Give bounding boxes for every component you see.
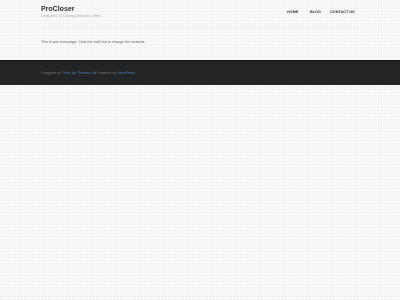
page-content-text: This is your front page. Click the 'edit… xyxy=(41,40,146,44)
footer-wordpress-link[interactable]: WordPress xyxy=(117,71,135,75)
site-title-link[interactable]: ProCloser xyxy=(41,6,74,14)
main-content: This is your front page. Click the 'edit… xyxy=(41,40,359,50)
site-footer: Designed by Think Up Themes Ltd Powered … xyxy=(0,60,400,85)
nav-item-home[interactable]: HOME xyxy=(287,8,298,16)
header-divider xyxy=(41,27,359,28)
footer-credit-prefix: Designed by xyxy=(41,71,61,75)
nav-item-contact-us[interactable]: CONTACT US xyxy=(330,8,355,16)
footer-credit-middle: Powered by xyxy=(97,71,117,75)
main-navigation: HOME BLOG CONTACT US xyxy=(282,8,362,16)
footer-credits: Designed by Think Up Themes Ltd Powered … xyxy=(41,71,135,76)
site-header: ProCloser Dedicated To Closing Deal and … xyxy=(0,0,400,34)
footer-theme-link[interactable]: Think Up Themes Ltd xyxy=(62,71,96,75)
nav-item-blog[interactable]: BLOG xyxy=(310,8,321,16)
site-tagline: Dedicated To Closing Deal and Offers xyxy=(41,14,101,18)
